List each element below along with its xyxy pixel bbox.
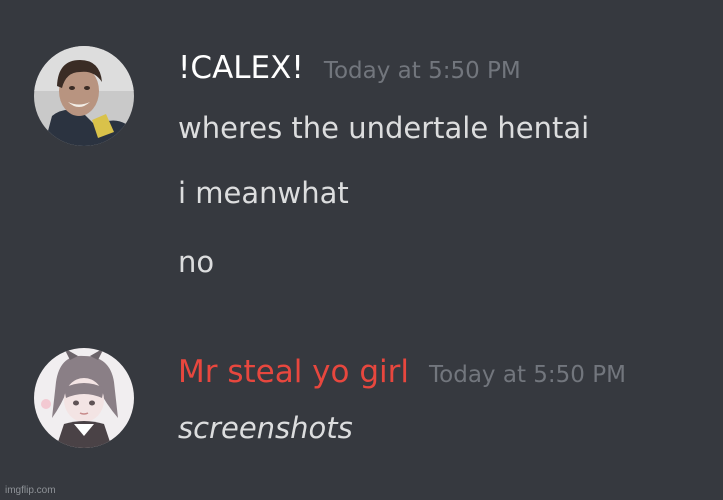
calex-message-header: !CALEX! Today at 5:50 PM xyxy=(178,50,521,86)
message-line: screenshots xyxy=(178,411,353,445)
mr-steal-avatar[interactable] xyxy=(34,348,134,448)
mr-steal-timestamp[interactable]: Today at 5:50 PM xyxy=(429,362,626,388)
anime-avatar xyxy=(34,348,134,448)
message-line: wheres the undertale hentai xyxy=(178,111,590,145)
message-line: no xyxy=(178,245,215,279)
mr-steal-message-header: Mr steal yo girl Today at 5:50 PM xyxy=(178,354,626,390)
calex-avatar[interactable] xyxy=(34,46,134,146)
message-line: i meanwhat xyxy=(178,176,349,210)
mr-steal-username[interactable]: Mr steal yo girl xyxy=(178,354,409,390)
imgflip-watermark: imgflip.com xyxy=(5,485,56,496)
calex-avatar-photo xyxy=(34,46,134,146)
calex-username[interactable]: !CALEX! xyxy=(178,50,304,86)
calex-timestamp[interactable]: Today at 5:50 PM xyxy=(324,58,521,84)
